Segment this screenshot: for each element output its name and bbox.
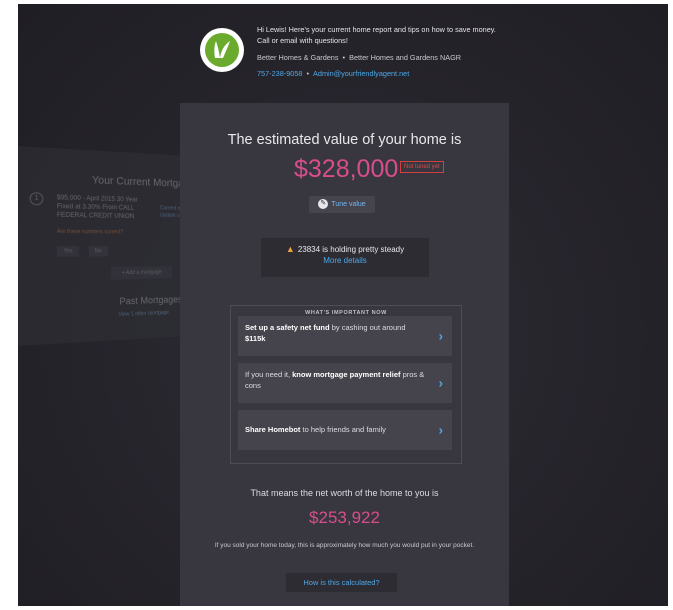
safety-net-item[interactable]: Set up a safety net fund by cashing out … xyxy=(238,316,452,356)
phone-link[interactable]: 757-238-9058 xyxy=(257,69,302,78)
mortgage-relief-item[interactable]: If you need it, know mortgage payment re… xyxy=(238,363,452,403)
market-status-text: 23834 is holding pretty steady xyxy=(297,245,405,254)
fire-icon: ▲ xyxy=(285,244,295,254)
chevron-right-icon: › xyxy=(438,422,443,438)
mortgage-number: 1 xyxy=(29,191,44,206)
leaf-logo-icon xyxy=(205,33,239,67)
more-details-link[interactable]: More details xyxy=(261,256,429,265)
no-button[interactable]: No xyxy=(88,246,108,257)
net-worth-title: That means the net worth of the home to … xyxy=(250,488,439,498)
net-worth-description: If you sold your home today, this is app… xyxy=(214,542,475,549)
brand-name: Better Homes & Gardens xyxy=(257,53,339,62)
mortgage-card-title: Your Current Mortgage xyxy=(92,174,195,191)
home-value-card: The estimated value of your home is $328… xyxy=(180,103,509,606)
tune-value-button[interactable]: ✎ Tune value xyxy=(309,196,375,213)
yes-button[interactable]: Yes xyxy=(56,246,80,257)
add-mortgage-button[interactable]: + Add a mortgage xyxy=(111,266,172,280)
whats-important-section: WHAT'S IMPORTANT NOW Set up a safety net… xyxy=(230,305,462,464)
estimate-value: $328,000 xyxy=(294,155,399,183)
share-homebot-item[interactable]: Share Homebot to help friends and family… xyxy=(238,410,452,450)
net-worth-value: $253,922 xyxy=(309,508,380,527)
view-other-mortgage-link[interactable]: View 1 other mortgage xyxy=(118,310,169,318)
email-link[interactable]: Admin@yourfriendlyagent.net xyxy=(313,69,409,78)
past-mortgages-heading: Past Mortgages xyxy=(119,294,183,307)
agent-contact: 757-238-9058 • Admin@yourfriendlyagent.net xyxy=(257,69,410,78)
chevron-right-icon: › xyxy=(438,328,443,344)
current-mortgage-card: Your Current Mortgage 1 $95,000 - April … xyxy=(18,145,194,347)
agent-message: Hi Lewis! Here's your current home repor… xyxy=(257,25,496,45)
agent-logo xyxy=(200,28,244,72)
chevron-right-icon: › xyxy=(438,375,443,391)
report-stage: Your Current Mortgage 1 $95,000 - April … xyxy=(18,4,668,606)
wrench-icon: ✎ xyxy=(318,199,329,210)
brokerage-name: Better Homes and Gardens NAGR xyxy=(349,53,462,62)
how-calculated-button[interactable]: How is this calculated? xyxy=(286,573,397,592)
tune-value-label: Tune value xyxy=(331,201,366,208)
agent-brand: Better Homes & Gardens • Better Homes and … xyxy=(257,53,462,62)
market-status: ▲ 23834 is holding pretty steady More det… xyxy=(261,238,429,277)
mortgage-details: $95,000 - April 2015 30 Year Fixed at 3.… xyxy=(56,194,138,221)
estimate-title: The estimated value of your home is xyxy=(227,132,462,148)
mortgage-warning: Are these numbers correct? xyxy=(56,228,124,236)
not-tuned-badge: Not tuned yet xyxy=(400,161,444,173)
